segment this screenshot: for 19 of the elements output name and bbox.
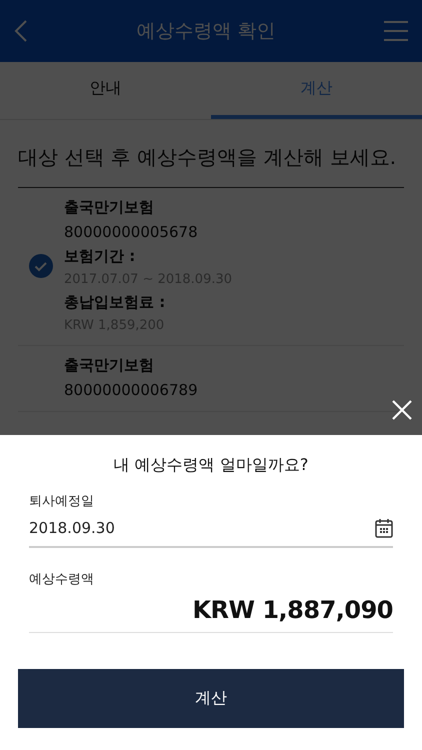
sheet-title: 내 예상수령액 얼마일까요?: [112, 455, 310, 476]
policy-number: 80000000006789: [64, 381, 198, 399]
field-label: 퇴사예정일: [29, 493, 95, 510]
menu-icon[interactable]: [384, 21, 408, 41]
policy-name: 출국만기보험: [64, 356, 155, 375]
instruction-text: 대상 선택 후 예상수령액을 계산해 보세요.: [18, 120, 404, 188]
field-label: 총납입보험료 :: [64, 293, 166, 312]
calculate-button[interactable]: 계산: [18, 669, 404, 728]
checkmark-icon[interactable]: [29, 254, 53, 278]
field-label: 보험기간 :: [64, 247, 136, 266]
back-icon[interactable]: [14, 19, 28, 43]
close-icon[interactable]: [392, 400, 412, 420]
amount-value: KRW 1,887,090: [29, 596, 393, 633]
page-title: 예상수령액 확인: [136, 19, 276, 44]
calendar-icon[interactable]: [375, 518, 393, 538]
policy-number: 80000000005678: [64, 223, 199, 241]
date-field[interactable]: 2018.09.30: [29, 518, 393, 548]
policy-name: 출국만기보험: [64, 198, 155, 217]
field-label: 예상수령액: [29, 571, 95, 588]
